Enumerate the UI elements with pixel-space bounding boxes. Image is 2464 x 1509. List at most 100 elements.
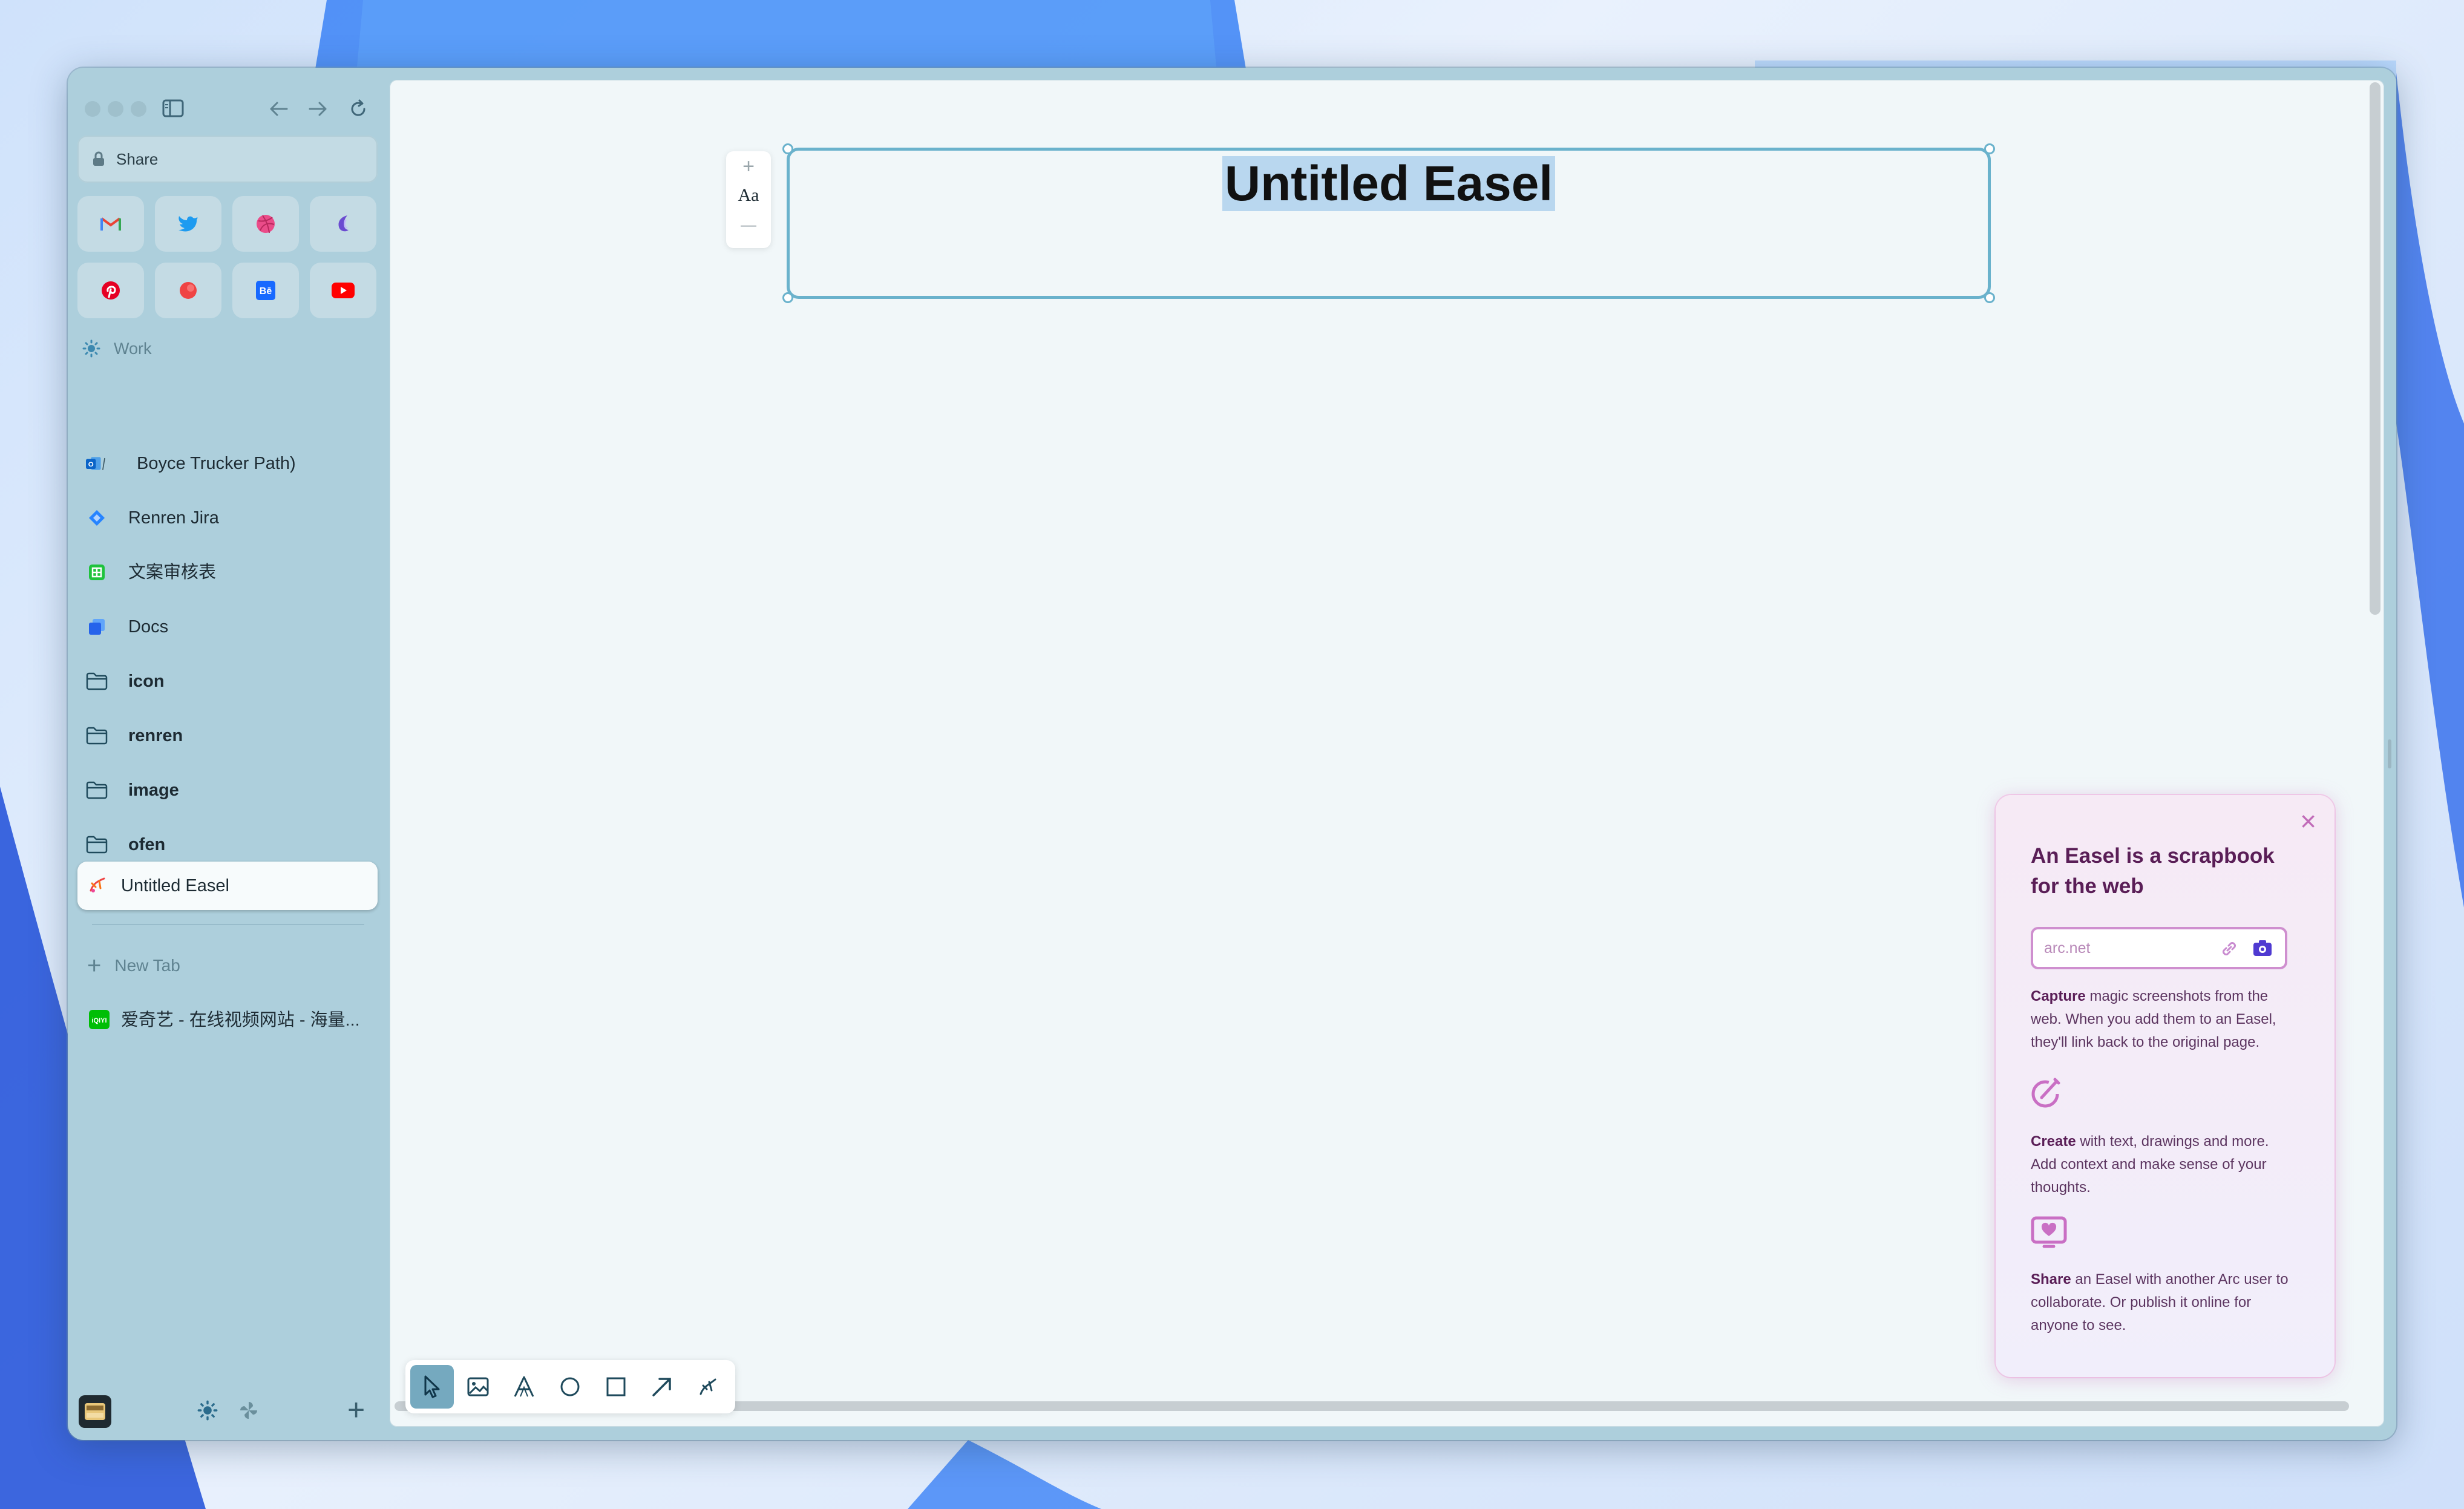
rectangle-tool-button[interactable] <box>594 1365 638 1409</box>
reload-icon[interactable] <box>347 98 369 123</box>
sidebar-tab-outlook[interactable]: O Boyce Trucker Path) <box>77 439 378 488</box>
vault-icon <box>338 215 349 232</box>
favorite-pinterest[interactable] <box>77 263 144 318</box>
resize-handle-tl[interactable] <box>782 143 793 154</box>
close-card-button[interactable]: × <box>2300 805 2316 837</box>
outlook-icon: O <box>86 453 108 474</box>
twitter-icon <box>179 216 198 232</box>
sidebar-folder-renren[interactable]: renren <box>77 712 378 760</box>
favorite-arc-vault[interactable] <box>310 196 376 252</box>
sun-icon <box>82 339 100 358</box>
capture-url-placeholder: arc.net <box>2044 940 2091 957</box>
add-space-button[interactable]: + <box>347 1392 365 1428</box>
favorite-behance[interactable]: Bē <box>232 263 299 318</box>
sidebar: Share Bē Work O Boyce Trucker Path) Renr… <box>68 68 388 1440</box>
select-tool-button[interactable] <box>410 1365 454 1409</box>
font-size-control: + Aa — <box>726 151 771 248</box>
sidebar-tab-iqiyi[interactable]: iQIYI 爱奇艺 - 在线视频网站 - 海量... <box>87 996 378 1044</box>
create-bold: Create <box>2031 1133 2076 1150</box>
capture-description: Capture magic screenshots from the web. … <box>2031 985 2297 1054</box>
space-header[interactable]: Work <box>82 334 152 363</box>
tab-label: 爱奇艺 - 在线视频网站 - 海量... <box>121 1010 360 1030</box>
tab-label: icon <box>128 672 165 691</box>
docs-icon <box>86 616 108 638</box>
sidebar-toggle-icon[interactable] <box>162 99 184 120</box>
close-window-dot[interactable] <box>85 101 100 117</box>
space-switch-other[interactable] <box>238 1400 259 1424</box>
space-name: Work <box>114 339 152 358</box>
image-icon <box>467 1377 489 1396</box>
card-heading: An Easel is a scrapbook for the web <box>2031 844 2275 898</box>
dribbble-icon <box>257 215 275 234</box>
favorite-twitter[interactable] <box>155 196 221 252</box>
svg-text:iQIYI: iQIYI <box>91 1017 106 1024</box>
sidebar-tab-untitled-easel-active[interactable]: Untitled Easel <box>77 862 378 910</box>
sheet-icon <box>86 561 108 583</box>
pen-tool-button[interactable] <box>686 1365 730 1409</box>
lock-icon <box>93 151 104 166</box>
arrow-tool-button[interactable] <box>640 1365 684 1409</box>
tab-label: Boyce Trucker Path) <box>137 454 296 473</box>
circle-tool-button[interactable] <box>548 1365 592 1409</box>
iqiyi-icon: iQIYI <box>88 1009 110 1035</box>
arrow-left-icon[interactable] <box>267 99 289 122</box>
youtube-icon <box>332 283 355 298</box>
svg-text:O: O <box>88 461 94 468</box>
app-icon <box>180 282 197 299</box>
drawing-toolbar <box>405 1360 735 1413</box>
space-switch-work[interactable] <box>197 1400 218 1424</box>
svg-text:Bē: Bē <box>260 286 272 296</box>
sidebar-divider <box>92 924 364 925</box>
sidebar-folder-image[interactable]: image <box>77 766 378 814</box>
window-resize-grip[interactable] <box>2388 739 2391 768</box>
vertical-scrollbar[interactable] <box>2370 82 2380 615</box>
tab-label: Untitled Easel <box>121 876 229 895</box>
pinterest-icon <box>102 281 120 300</box>
share-description: Share an Easel with another Arc user to … <box>2031 1268 2297 1337</box>
sidebar-tab-sheet[interactable]: 文案审核表 <box>77 548 378 597</box>
image-tool-button[interactable] <box>456 1365 500 1409</box>
library-button[interactable] <box>79 1395 111 1428</box>
tab-label: renren <box>128 726 183 745</box>
title-text-box[interactable]: Untitled Easel <box>782 143 1995 303</box>
sidebar-tab-jira[interactable]: Renren Jira <box>77 494 378 542</box>
sidebar-tab-docs[interactable]: Docs <box>77 603 378 651</box>
easel-canvas[interactable]: + Aa — Untitled Easel × An Easel is a sc… <box>390 80 2384 1427</box>
arrow-right-icon[interactable] <box>307 99 329 122</box>
text-tool-button[interactable] <box>502 1365 546 1409</box>
folder-icon <box>86 725 108 747</box>
capture-url-input[interactable]: arc.net <box>2031 927 2287 969</box>
resize-handle-tr[interactable] <box>1984 143 1995 154</box>
font-decrease-button[interactable]: — <box>726 215 771 234</box>
favorite-dribbble[interactable] <box>232 196 299 252</box>
resize-handle-br[interactable] <box>1984 292 1995 303</box>
text-icon <box>514 1376 534 1397</box>
circle-icon <box>560 1377 580 1396</box>
arrow-icon <box>652 1378 671 1396</box>
square-icon <box>606 1377 626 1396</box>
url-bar[interactable]: Share <box>77 136 378 183</box>
tab-label: Renren Jira <box>128 508 219 528</box>
favorite-youtube[interactable] <box>310 263 376 318</box>
folder-icon <box>86 834 108 856</box>
link-icon[interactable] <box>2220 939 2239 958</box>
favorite-gmail[interactable] <box>77 196 144 252</box>
create-pen-icon <box>2031 1078 2060 1108</box>
folder-icon <box>86 779 108 801</box>
squiggle-pen-icon <box>700 1378 716 1395</box>
easel-icon <box>87 875 108 900</box>
camera-icon[interactable] <box>2252 939 2273 957</box>
sidebar-folder-icon[interactable]: icon <box>77 657 378 705</box>
easel-title-selected: Untitled Easel <box>1222 156 1556 211</box>
font-increase-button[interactable]: + <box>726 155 771 178</box>
tab-label: Docs <box>128 617 169 637</box>
behance-icon: Bē <box>256 281 275 300</box>
resize-handle-bl[interactable] <box>782 292 793 303</box>
minimize-window-dot[interactable] <box>108 101 123 117</box>
zoom-window-dot[interactable] <box>131 101 146 117</box>
favorite-app[interactable] <box>155 263 221 318</box>
easel-title[interactable]: Untitled Easel <box>790 155 1988 212</box>
new-tab-button[interactable]: + New Tab <box>87 941 180 990</box>
share-heart-icon <box>2031 1216 2067 1248</box>
jira-icon <box>86 507 108 529</box>
